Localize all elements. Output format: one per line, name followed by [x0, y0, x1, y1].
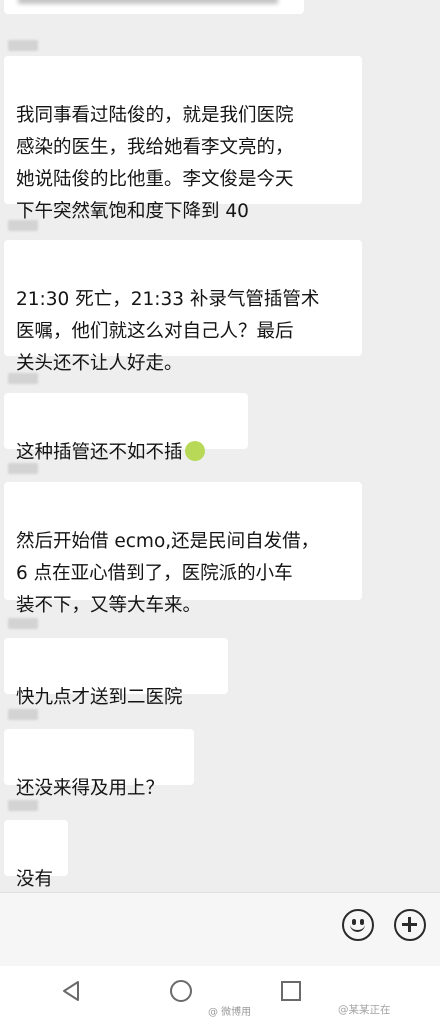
sender-name-blurred [8, 220, 38, 231]
message-text: 还没来得及用上？ [16, 778, 165, 799]
message-bubble[interactable]: 这种插管还不如不插 [4, 393, 248, 463]
message-text: 21:30 死亡，21:33 补录气管插管术 医嘱，他们就这么对自己人？最后 关… [16, 289, 320, 374]
blurred-text [18, 0, 278, 4]
sender-name-blurred [8, 463, 38, 474]
sender-name-blurred [8, 40, 38, 51]
message-text: 没有 [16, 869, 54, 890]
sender-name-blurred [8, 709, 38, 720]
chat-input-bar [0, 892, 440, 967]
message-text: 这种插管还不如不插 [16, 442, 183, 463]
sender-name-blurred [8, 373, 38, 384]
watermark-left: @ 微博用 [208, 1007, 252, 1018]
smiley-face-icon[interactable] [342, 909, 374, 941]
sender-name-blurred [8, 800, 38, 811]
square-recent-apps-icon[interactable] [278, 978, 304, 1004]
message-text: 然后开始借 ecmo,还是民间自发借， 6 点在亚心借到了，医院派的小车 装不下… [16, 531, 320, 616]
plus-circle-icon[interactable] [394, 909, 426, 941]
sender-name-blurred [8, 618, 38, 629]
message-bubble[interactable]: 没有 [4, 820, 68, 890]
message-bubble[interactable]: 我同事看过陆俊的，就是我们医院 感染的医生，我给她看李文亮的， 她说陆俊的比他重… [4, 56, 362, 222]
message-bubble[interactable]: 21:30 死亡，21:33 补录气管插管术 医嘱，他们就这么对自己人？最后 关… [4, 240, 362, 374]
triangle-back-icon[interactable] [58, 978, 84, 1004]
message-bubble-partial [4, 0, 304, 14]
message-text: 快九点才送到二医院 [16, 687, 183, 708]
chat-area[interactable]: 我同事看过陆俊的，就是我们医院 感染的医生，我给她看李文亮的， 她说陆俊的比他重… [0, 0, 440, 892]
circle-home-icon[interactable] [168, 978, 194, 1004]
nauseated-face-icon [184, 441, 205, 461]
message-text: 我同事看过陆俊的，就是我们医院 感染的医生，我给她看李文亮的， 她说陆俊的比他重… [16, 105, 294, 222]
message-bubble[interactable]: 还没来得及用上？ [4, 729, 194, 799]
message-bubble[interactable]: 快九点才送到二医院 [4, 638, 228, 708]
message-bubble[interactable]: 然后开始借 ecmo,还是民间自发借， 6 点在亚心借到了，医院派的小车 装不下… [4, 482, 362, 616]
watermark-right: @某某正在 [338, 1004, 391, 1016]
